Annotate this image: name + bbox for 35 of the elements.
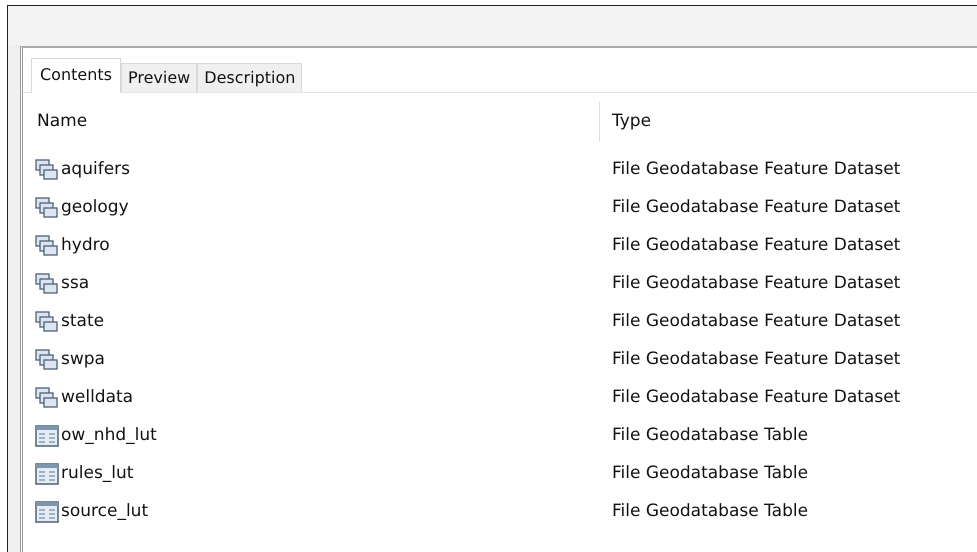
item-type: File Geodatabase Feature Dataset (611, 196, 900, 220)
table-icon (35, 425, 59, 447)
item-name[interactable]: aquifers (61, 157, 130, 183)
item-type: File Geodatabase Table (611, 424, 808, 448)
item-name[interactable]: state (61, 309, 104, 335)
item-name[interactable]: geology (61, 195, 129, 221)
dataset-icon (35, 159, 59, 181)
column-header[interactable]: Name (37, 111, 88, 132)
item-type: File Geodatabase Feature Dataset (611, 272, 900, 296)
item-type: File Geodatabase Table (611, 462, 808, 486)
dataset-icon (35, 197, 59, 219)
dataset-icon (35, 273, 59, 295)
item-name[interactable]: rules_lut (61, 461, 134, 487)
tab[interactable]: Contents (31, 58, 121, 93)
item-type: File Geodatabase Feature Dataset (611, 234, 900, 258)
dataset-icon (35, 387, 59, 409)
item-type: File Geodatabase Feature Dataset (611, 348, 900, 372)
item-name[interactable]: welldata (61, 385, 134, 411)
column-header[interactable]: Type (612, 109, 652, 135)
item-type: File Geodatabase Feature Dataset (611, 386, 900, 410)
dataset-icon (35, 349, 59, 371)
item-name[interactable]: ssa (61, 271, 90, 297)
dataset-icon (35, 311, 59, 333)
dataset-icon (35, 235, 59, 257)
table-icon (35, 501, 59, 523)
item-type: File Geodatabase Table (611, 500, 808, 524)
tab[interactable]: Description (197, 63, 302, 92)
item-type: File Geodatabase Feature Dataset (611, 310, 900, 334)
tab[interactable]: Preview (120, 63, 198, 92)
item-name[interactable]: hydro (61, 233, 110, 259)
item-name[interactable]: ow_nhd_lut (61, 423, 157, 449)
table-icon (35, 463, 59, 485)
item-type: File Geodatabase Feature Dataset (611, 158, 900, 182)
item-name[interactable]: source_lut (61, 499, 148, 525)
item-name[interactable]: swpa (61, 347, 105, 373)
